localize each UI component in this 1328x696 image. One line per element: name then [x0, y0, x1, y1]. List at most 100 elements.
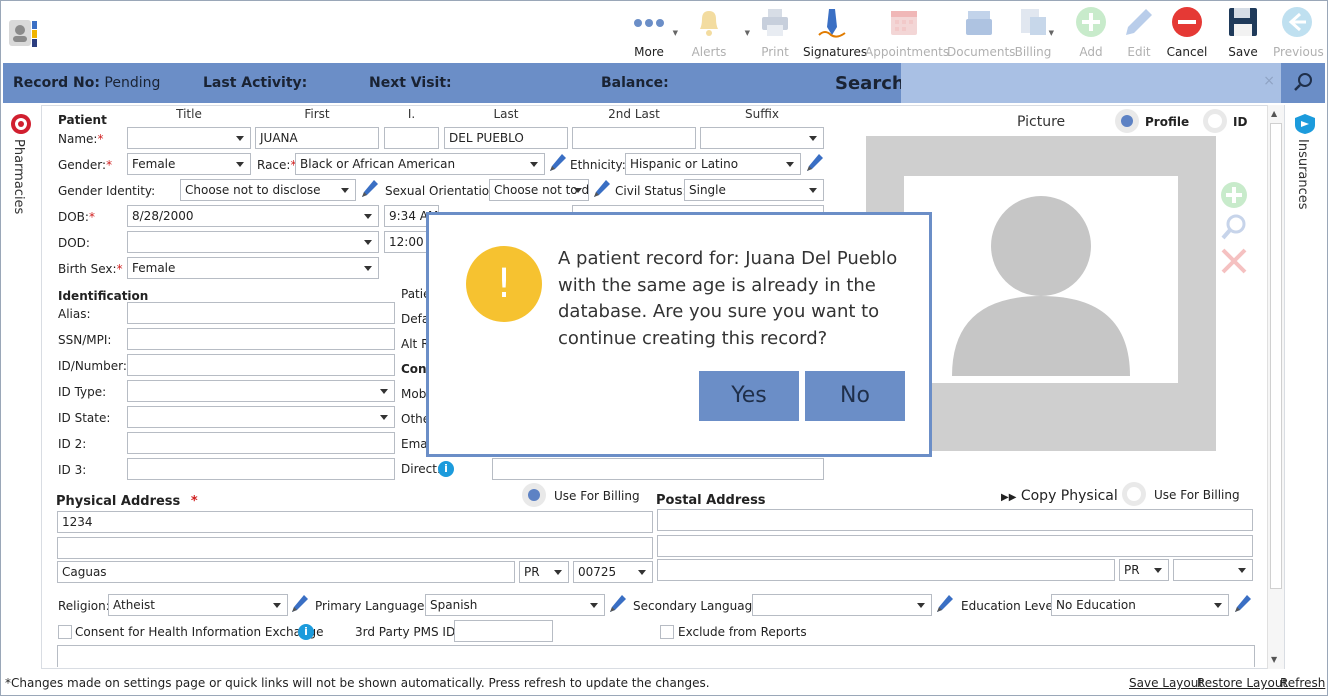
edit-sexual-orientation-pencil-icon[interactable] — [593, 179, 611, 199]
add-picture-icon[interactable] — [1220, 181, 1248, 209]
physical-zip-select[interactable]: 00725 — [573, 561, 653, 583]
insurances-tab[interactable]: Insurances — [1291, 113, 1319, 213]
primary-language-select[interactable]: Spanish — [425, 594, 605, 616]
cancel-button[interactable]: Cancel — [1165, 5, 1209, 61]
arrow-left-circle-icon — [1280, 5, 1314, 39]
more-button[interactable]: ▼ More — [629, 5, 678, 61]
civil-status-label: Civil Status:* — [615, 184, 693, 198]
zoom-picture-icon[interactable] — [1220, 213, 1248, 241]
physical-state-select[interactable]: PR — [519, 561, 569, 583]
religion-select[interactable]: Atheist — [108, 594, 288, 616]
edit-race-pencil-icon[interactable] — [549, 153, 567, 173]
scroll-up-icon[interactable]: ▲ — [1271, 109, 1277, 118]
postal-address-line2[interactable] — [657, 535, 1253, 557]
no-button[interactable]: No — [805, 371, 905, 421]
sexual-orientation-label: Sexual Orientation: — [385, 184, 501, 198]
alias-input[interactable] — [127, 302, 395, 324]
ethnicity-select[interactable]: Hispanic or Latino — [625, 153, 801, 175]
direct-input[interactable] — [492, 458, 824, 480]
first-name-input[interactable]: JUANA — [255, 127, 379, 149]
bell-icon: ▼ — [692, 5, 750, 39]
sexual-orientation-select[interactable]: Choose not to d — [489, 179, 589, 201]
footer-note: *Changes made on settings page or quick … — [5, 676, 710, 690]
postal-zip-select[interactable] — [1173, 559, 1253, 581]
person-silhouette-icon — [952, 196, 1130, 376]
id2-input[interactable] — [127, 432, 395, 454]
profile-radio[interactable] — [1115, 109, 1139, 133]
third-party-pms-input[interactable] — [454, 620, 553, 642]
save-layout-link[interactable]: Save Layout — [1129, 676, 1203, 690]
vertical-scrollbar[interactable]: ▲ ▼ — [1267, 105, 1284, 669]
save-label: Save — [1228, 45, 1258, 59]
consent-info-icon[interactable]: i — [298, 624, 314, 640]
previous-button[interactable]: Previous — [1273, 5, 1324, 61]
dod-label: DOD: — [58, 236, 90, 250]
direct-label: Direct: — [401, 462, 441, 476]
scrollbar-thumb[interactable] — [1270, 123, 1282, 589]
pharmacy-target-icon — [11, 114, 31, 134]
notes-textarea[interactable] — [57, 645, 1255, 667]
alerts-button[interactable]: ▼ Alerts — [689, 5, 750, 61]
second-last-name-input[interactable] — [572, 127, 696, 149]
signatures-button[interactable]: Signatures — [803, 5, 867, 61]
yes-button[interactable]: Yes — [699, 371, 799, 421]
edit-education-pencil-icon[interactable] — [1234, 594, 1252, 614]
last-activity-label: Last Activity: — [203, 75, 308, 91]
id-radio[interactable] — [1203, 109, 1227, 133]
postal-use-for-billing-radio[interactable] — [1122, 482, 1146, 506]
search-button[interactable] — [1281, 63, 1325, 103]
physical-use-for-billing-radio[interactable] — [522, 483, 546, 507]
postal-city-input[interactable] — [657, 559, 1115, 581]
edit-religion-pencil-icon[interactable] — [291, 594, 309, 614]
edit-gender-identity-pencil-icon[interactable] — [361, 179, 379, 199]
id-state-label: ID State: — [58, 411, 111, 425]
edit-primary-language-pencil-icon[interactable] — [609, 594, 627, 614]
gender-identity-select[interactable]: Choose not to disclose — [180, 179, 356, 201]
id-number-input[interactable] — [127, 354, 395, 376]
search-input[interactable]: × — [901, 63, 1281, 103]
id-type-select[interactable] — [127, 380, 395, 402]
exclude-reports-label: Exclude from Reports — [678, 625, 807, 639]
physical-city-input[interactable]: Caguas — [57, 561, 515, 583]
delete-picture-icon[interactable] — [1220, 247, 1248, 275]
gender-select[interactable]: Female — [127, 153, 251, 175]
add-button[interactable]: Add — [1071, 5, 1111, 61]
alias-label: Alias: — [58, 307, 91, 321]
suffix-select[interactable] — [700, 127, 824, 149]
race-select[interactable]: Black or African American — [295, 153, 545, 175]
secondary-language-select[interactable] — [752, 594, 932, 616]
title-select[interactable] — [127, 127, 251, 149]
edit-secondary-language-pencil-icon[interactable] — [936, 594, 954, 614]
education-level-select[interactable]: No Education — [1051, 594, 1229, 616]
physical-address-line2[interactable] — [57, 537, 653, 559]
appointments-button[interactable]: Appointments — [865, 5, 949, 61]
save-button[interactable]: Save — [1223, 5, 1263, 61]
pharmacies-tab[interactable]: Pharmacies — [7, 113, 35, 214]
refresh-link[interactable]: Refresh — [1280, 676, 1325, 690]
postal-address-line1[interactable] — [657, 509, 1253, 531]
restore-layout-link[interactable]: Restore Layout — [1197, 676, 1287, 690]
documents-button[interactable]: Documents — [947, 5, 1015, 61]
exclude-reports-checkbox[interactable] — [660, 625, 674, 639]
dob-date-picker[interactable]: 8/28/2000 — [127, 205, 379, 227]
billing-button[interactable]: ▼ Billing — [1013, 5, 1054, 61]
civil-status-select[interactable]: Single — [684, 179, 824, 201]
copy-physical-button[interactable]: ▶▶ Copy Physical — [1001, 488, 1118, 504]
name-label-text: Name: — [58, 132, 98, 146]
consent-checkbox[interactable] — [58, 625, 72, 639]
id-state-select[interactable] — [127, 406, 395, 428]
edit-button[interactable]: Edit — [1119, 5, 1159, 61]
ssn-input[interactable] — [127, 328, 395, 350]
last-name-input[interactable]: DEL PUEBLO — [444, 127, 568, 149]
postal-state-select[interactable]: PR — [1119, 559, 1169, 581]
edit-ethnicity-pencil-icon[interactable] — [806, 153, 824, 173]
birth-sex-select[interactable]: Female — [127, 257, 379, 279]
dod-date-picker[interactable] — [127, 231, 379, 253]
scroll-down-icon[interactable]: ▼ — [1271, 655, 1277, 664]
print-button[interactable]: Print — [755, 5, 795, 61]
direct-info-icon[interactable]: i — [438, 461, 454, 477]
clear-search-icon[interactable]: × — [1263, 73, 1275, 89]
id3-input[interactable] — [127, 458, 395, 480]
middle-initial-input[interactable] — [384, 127, 439, 149]
physical-address-line1[interactable]: 1234 — [57, 511, 653, 533]
